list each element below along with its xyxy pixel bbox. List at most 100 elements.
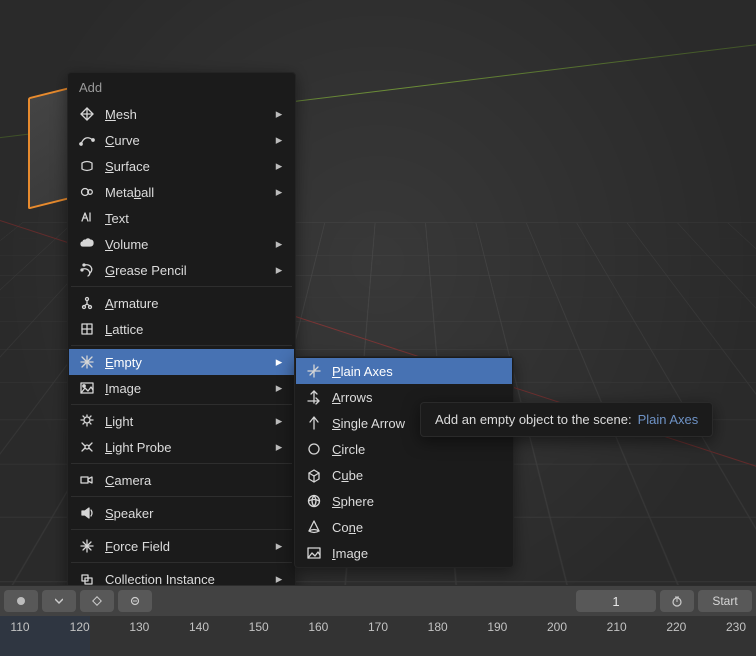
add-menu-item-curve[interactable]: Curve▸ [69,127,294,153]
submenu-chevron-icon: ▸ [274,184,284,200]
timeline-tick: 180 [428,620,448,634]
menu-item-label: Armature [105,296,284,311]
menu-separator [71,562,292,563]
menu-item-label: Grease Pencil [105,263,264,278]
empty-submenu-item-sphere[interactable]: Sphere [296,488,512,514]
empty-submenu-item-plain-axes[interactable]: Plain Axes [296,358,512,384]
add-menu-item-mesh[interactable]: Mesh▸ [69,101,294,127]
start-frame-label[interactable]: Start [698,590,752,612]
menu-item-label: Mesh [105,107,264,122]
menu-item-label: Empty [105,355,264,370]
curve-icon [79,132,95,148]
add-menu: Add Mesh▸Curve▸Surface▸Metaball▸TextVolu… [67,72,296,594]
empty-submenu-item-cone[interactable]: Cone [296,514,512,540]
add-menu-item-armature[interactable]: Armature [69,290,294,316]
speaker-icon [79,505,95,521]
menu-item-label: Plain Axes [332,364,502,379]
timeline-tick: 110 [10,620,29,634]
empty-submenu-item-circle[interactable]: Circle [296,436,512,462]
add-menu-item-camera[interactable]: Camera [69,467,294,493]
menu-separator [71,404,292,405]
menu-item-label: Image [332,546,502,561]
timeline-tick: 160 [308,620,328,634]
menu-item-label: Cube [332,468,502,483]
submenu-chevron-icon: ▸ [274,439,284,455]
lightprobe-icon [79,439,95,455]
add-menu-item-grease-pencil[interactable]: Grease Pencil ▸ [69,257,294,283]
add-menu-item-light-probe[interactable]: Light Probe ▸ [69,434,294,460]
add-menu-item-speaker[interactable]: Speaker [69,500,294,526]
menu-separator [71,286,292,287]
submenu-chevron-icon: ▸ [274,354,284,370]
menu-item-label: Sphere [332,494,502,509]
timer-button[interactable] [660,590,694,612]
menu-separator [71,463,292,464]
timeline-tick: 190 [487,620,507,634]
text-icon [79,210,95,226]
timeline-tick: 170 [368,620,388,634]
empty-submenu-item-image[interactable]: Image [296,540,512,566]
empty-submenu: Plain AxesArrowsSingle ArrowCircleCubeSp… [294,356,514,568]
submenu-chevron-icon: ▸ [274,413,284,429]
light-icon [79,413,95,429]
menu-item-label: Circle [332,442,502,457]
add-menu-item-lattice[interactable]: Lattice [69,316,294,342]
submenu-chevron-icon: ▸ [274,262,284,278]
menu-title: Add [69,74,294,101]
timeline-toolbar: 1 Start [0,585,756,616]
key-remove-button[interactable] [118,590,152,612]
image-empty-icon [306,545,322,561]
menu-item-label: Image [105,381,264,396]
single-arrow-icon [306,415,322,431]
record-button[interactable] [4,590,38,612]
cone-icon [306,519,322,535]
keying-button[interactable] [80,590,114,612]
add-menu-item-light[interactable]: Light ▸ [69,408,294,434]
timeline-tick: 220 [666,620,686,634]
dropdown-1[interactable] [42,590,76,612]
menu-item-label: Speaker [105,506,284,521]
menu-separator [71,345,292,346]
add-menu-item-metaball[interactable]: Metaball ▸ [69,179,294,205]
grease-icon [79,262,95,278]
timeline-tick: 150 [249,620,269,634]
add-menu-item-force-field[interactable]: Force Field ▸ [69,533,294,559]
circle-icon [306,441,322,457]
menu-item-label: Metaball [105,185,264,200]
start-label: Start [712,594,737,608]
timeline-tick: 230 [726,620,746,634]
timeline-ruler[interactable]: 110120130140150160170180190200210220230 [0,616,756,656]
plain-axes-icon [306,363,322,379]
image-icon [79,380,95,396]
current-frame-field[interactable]: 1 [576,590,656,612]
add-menu-item-surface[interactable]: Surface▸ [69,153,294,179]
add-menu-item-volume[interactable]: Volume▸ [69,231,294,257]
empty-icon [79,354,95,370]
menu-separator [71,496,292,497]
timeline-tick: 120 [70,620,90,634]
menu-item-label: Force Field [105,539,264,554]
menu-item-label: Surface [105,159,264,174]
armature-icon [79,295,95,311]
menu-item-label: Lattice [105,322,284,337]
timeline-tick: 210 [607,620,627,634]
menu-item-label: Light [105,414,264,429]
empty-submenu-item-cube[interactable]: Cube [296,462,512,488]
camera-icon [79,472,95,488]
lattice-icon [79,321,95,337]
add-menu-item-image[interactable]: Image▸ [69,375,294,401]
submenu-chevron-icon: ▸ [274,538,284,554]
selected-cube-object[interactable] [28,87,72,210]
add-menu-item-text[interactable]: Text [69,205,294,231]
timeline-tick: 140 [189,620,209,634]
add-menu-item-empty[interactable]: Empty ▸ [69,349,294,375]
menu-item-label: Volume [105,237,264,252]
tooltip-secondary: Plain Axes [638,412,699,427]
submenu-chevron-icon: ▸ [274,132,284,148]
menu-item-label: Camera [105,473,284,488]
menu-item-label: Light Probe [105,440,264,455]
sphere-icon [306,493,322,509]
volume-icon [79,236,95,252]
current-frame-value: 1 [612,594,619,609]
timeline-tick: 200 [547,620,567,634]
